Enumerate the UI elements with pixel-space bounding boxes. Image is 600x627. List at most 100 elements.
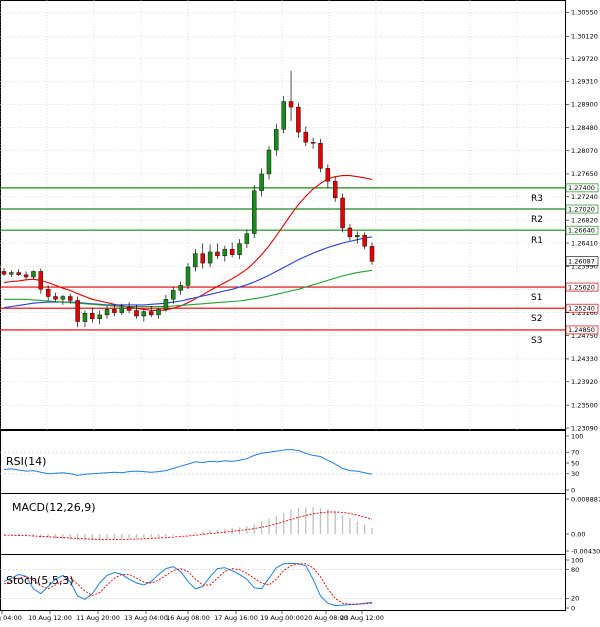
time-tick-label: 17 Aug 16:00 (214, 614, 258, 622)
stoch-panel: 100 80 200 Stoch(5,5,3) (0, 554, 583, 612)
time-tick-label: 19 Aug 00:00 (260, 614, 304, 622)
indicator-tick-label: 0.008887 (571, 495, 600, 503)
level-name-r2: R2 (531, 215, 543, 225)
candle-body (163, 299, 169, 310)
candle-body (325, 168, 331, 182)
candle-body (207, 251, 213, 264)
price-tick-label: 1.26820 (571, 216, 598, 224)
candle-body (141, 311, 147, 317)
candle-body (200, 253, 205, 264)
candle-body (244, 233, 250, 244)
rsi-panel: 100 70 50 30 0 RSI(14) (0, 430, 583, 494)
level-tag-label: 1.24850 (568, 326, 595, 334)
candle-body (126, 307, 132, 311)
price-tick-label: 1.23090 (571, 424, 598, 432)
current-price-marker: 1.26087 (565, 256, 599, 266)
level-tag-label: 1.25240 (568, 305, 595, 313)
candle (252, 185, 257, 239)
indicator-tick-label: 50 (571, 459, 579, 467)
level-name-s2: S2 (531, 314, 542, 324)
candle-body (185, 266, 191, 286)
candle-body (310, 141, 316, 144)
candle-body (156, 309, 161, 316)
candle-body (1, 271, 7, 275)
candle-body (23, 274, 29, 278)
candle-body (340, 197, 345, 229)
stoch-panel-frame (0, 554, 566, 611)
candle-body (60, 296, 66, 300)
level-name-s1: S1 (531, 293, 542, 303)
level-name-r1: R1 (531, 236, 543, 246)
candle-body (112, 309, 117, 313)
price-tick-label: 1.28900 (571, 101, 598, 109)
current-price-label: 1.26087 (568, 257, 595, 265)
time-tick-label: 16 Aug 08:00 (166, 614, 210, 622)
candle-body (31, 271, 36, 278)
candle-body (274, 129, 279, 151)
candle-body (38, 271, 44, 290)
price-tick-label: 1.30120 (571, 33, 598, 41)
candle-body (178, 285, 183, 291)
candle-body (288, 101, 294, 108)
macd-panel: 0.008887 0.00 -0.004303 MACD(12,26,9) (0, 493, 600, 555)
time-tick-label: 23 Aug 12:00 (340, 614, 384, 622)
candle (281, 95, 286, 134)
indicator-tick-label: 0 (571, 604, 575, 612)
candle-body (222, 248, 228, 257)
price-tick-label: 1.24330 (571, 355, 598, 363)
candle-body (9, 272, 14, 275)
level-name-s3: S3 (531, 336, 542, 346)
candle-body (119, 307, 124, 313)
candle-body (53, 296, 58, 300)
time-tick-label: 10 Aug 12:00 (28, 614, 72, 622)
candle-body (16, 272, 21, 275)
indicator-tick-label: 100 (571, 432, 583, 440)
level-tag-label: 1.27020 (568, 205, 595, 213)
candle-body (134, 310, 139, 317)
price-tick-label: 1.29310 (571, 78, 598, 86)
stoch-label: Stoch(5,5,3) (6, 574, 74, 587)
candle-body (104, 309, 110, 316)
price-tick-label: 1.27240 (571, 193, 598, 201)
indicator-tick-label: 0 (571, 486, 575, 494)
candle-body (332, 180, 338, 199)
candle-body (75, 300, 80, 322)
level-tag-label: 1.27400 (568, 184, 595, 192)
candle-body (303, 131, 308, 143)
candle-body (347, 227, 353, 238)
candle (340, 193, 345, 233)
candle-body (215, 251, 220, 257)
price-tick-label: 1.28070 (571, 147, 598, 155)
candle-body (82, 313, 88, 322)
forex-chart: 1.30550 1.30120 1.29720 1.29310 1.28900 1.284… (0, 0, 600, 627)
candle-body (68, 296, 73, 301)
candle (318, 138, 323, 173)
macd-label: MACD(12,26,9) (12, 501, 96, 514)
price-panel-frame (0, 0, 566, 430)
level-name-r3: R3 (531, 194, 543, 204)
indicator-tick-label: 0.00 (571, 530, 585, 538)
candle-body (318, 143, 323, 169)
time-tick-label: 9 Aug 04:00 (0, 614, 22, 622)
indicator-tick-label: 80 (571, 566, 579, 574)
candle-body (171, 290, 176, 300)
level-tag-label: 1.26640 (568, 227, 595, 235)
indicator-tick-label: 100 (571, 556, 583, 564)
candle-body (266, 149, 272, 175)
indicator-tick-label: 30 (571, 470, 579, 478)
price-tick-label: 1.30550 (571, 9, 598, 17)
candle-body (45, 289, 51, 297)
candle-body (259, 173, 264, 191)
time-tick-label: 13 Aug 04:00 (124, 614, 168, 622)
indicator-tick-label: 70 (571, 449, 579, 457)
candle-body (193, 253, 198, 268)
candle-body (148, 311, 154, 316)
price-tick-label: 1.23920 (571, 378, 598, 386)
candle-body (296, 106, 301, 133)
indicator-tick-label: -0.004303 (571, 547, 600, 555)
rsi-panel-frame (0, 430, 566, 494)
candle-body (90, 313, 95, 319)
price-tick-label: 1.28480 (571, 124, 598, 132)
candle-body (97, 314, 102, 319)
rsi-label: RSI(14) (6, 455, 46, 468)
